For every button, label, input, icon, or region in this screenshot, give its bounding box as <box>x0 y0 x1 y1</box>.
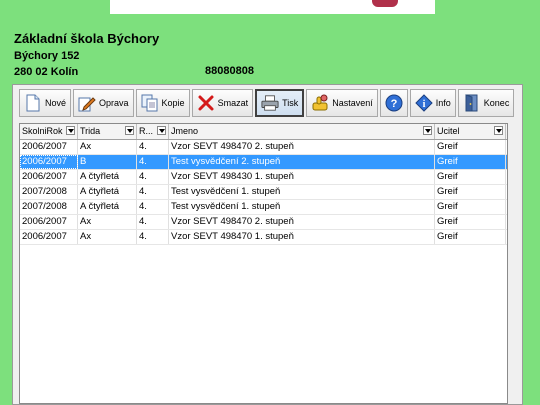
edit-button[interactable]: Oprava <box>73 89 134 117</box>
cell-jmeno: Test vysvědčení 1. stupeň <box>169 185 435 199</box>
cell-rocnik: 4. <box>137 155 169 169</box>
info-icon: i <box>415 94 433 112</box>
filter-dropdown-icon[interactable] <box>66 126 75 135</box>
print-button-label: Tisk <box>282 98 299 108</box>
cell-skolnirok: 2006/2007 <box>20 215 78 229</box>
cell-ucitel: Greif <box>435 140 506 154</box>
column-header-skolnirok[interactable]: SkolniRok <box>20 124 78 139</box>
svg-text:?: ? <box>390 98 397 110</box>
new-document-icon <box>24 94 42 112</box>
cell-trida: B <box>78 155 137 169</box>
cell-rocnik: 4. <box>137 230 169 244</box>
svg-text:i: i <box>422 99 425 110</box>
school-name: Základní škola Býchory <box>14 31 160 46</box>
end-button[interactable]: Konec <box>457 89 515 117</box>
edit-pencil-icon <box>78 94 96 112</box>
cell-rocnik: 4. <box>137 170 169 184</box>
table-row[interactable]: 2007/2008 A čtyřletá 4. Test vysvědčení … <box>20 200 507 215</box>
delete-button-label: Smazat <box>217 98 249 108</box>
cell-trida: Ax <box>78 230 137 244</box>
cell-jmeno: Vzor SEVT 498470 1. stupeň <box>169 230 435 244</box>
cell-rocnik: 4. <box>137 185 169 199</box>
school-code: 88080808 <box>205 65 254 77</box>
cell-trida: A čtyřletá <box>78 185 137 199</box>
filter-dropdown-icon[interactable] <box>423 126 432 135</box>
info-button-label: Info <box>435 98 451 108</box>
cell-ucitel: Greif <box>435 230 506 244</box>
new-button[interactable]: Nové <box>19 89 72 117</box>
address-line-1: Býchory 152 <box>14 50 80 62</box>
cell-ucitel: Greif <box>435 155 506 169</box>
cell-ucitel: Greif <box>435 200 506 214</box>
copy-button-label: Kopie <box>161 98 185 108</box>
cell-ucitel: Greif <box>435 215 506 229</box>
cell-trida: Ax <box>78 215 137 229</box>
cell-rocnik: 4. <box>137 140 169 154</box>
printer-icon <box>261 94 279 112</box>
table-row[interactable]: 2007/2008 A čtyřletá 4. Test vysvědčení … <box>20 185 507 200</box>
cell-skolnirok: 2006/2007 <box>20 155 78 169</box>
filter-dropdown-icon[interactable] <box>157 126 166 135</box>
info-button[interactable]: i Info <box>409 89 456 117</box>
table-row[interactable]: 2006/2007 A čtyřletá 4. Vzor SEVT 498430… <box>20 170 507 185</box>
filter-dropdown-icon[interactable] <box>494 126 503 135</box>
print-button[interactable]: Tisk <box>255 89 305 117</box>
table-row[interactable]: 2006/2007 Ax 4. Vzor SEVT 498470 2. stup… <box>20 140 507 155</box>
copy-button[interactable]: Kopie <box>135 89 190 117</box>
delete-x-icon <box>197 94 215 112</box>
cell-skolnirok: 2007/2008 <box>20 200 78 214</box>
grid-header: SkolniRok Trida R... Jmeno Ucitel <box>20 124 507 140</box>
help-question-icon: ? <box>385 94 403 112</box>
new-button-label: Nové <box>45 98 67 108</box>
cell-jmeno: Test vysvědčení 2. stupeň <box>169 155 435 169</box>
edit-button-label: Oprava <box>99 98 129 108</box>
column-header-rocnik[interactable]: R... <box>137 124 169 139</box>
settings-button-label: Nastavení <box>332 98 373 108</box>
filter-dropdown-icon[interactable] <box>125 126 134 135</box>
cell-jmeno: Vzor SEVT 498470 2. stupeň <box>169 215 435 229</box>
cell-jmeno: Test vysvědčení 1. stupeň <box>169 200 435 214</box>
cell-rocnik: 4. <box>137 215 169 229</box>
cell-skolnirok: 2006/2007 <box>20 170 78 184</box>
exit-door-icon <box>463 94 481 112</box>
toolbar: Nové Oprava Kopie Smazat Tisk Nastavení … <box>19 89 515 117</box>
cell-skolnirok: 2006/2007 <box>20 140 78 154</box>
cell-ucitel: Greif <box>435 185 506 199</box>
address-line-2: 280 02 Kolín <box>14 66 79 78</box>
cell-skolnirok: 2006/2007 <box>20 230 78 244</box>
cell-skolnirok: 2007/2008 <box>20 185 78 199</box>
cell-trida: A čtyřletá <box>78 170 137 184</box>
logo-mark <box>372 0 398 7</box>
copy-icon <box>141 94 159 112</box>
settings-button[interactable]: Nastavení <box>306 89 378 117</box>
cell-ucitel: Greif <box>435 170 506 184</box>
cell-jmeno: Vzor SEVT 498430 1. stupeň <box>169 170 435 184</box>
column-header-ucitel[interactable]: Ucitel <box>435 124 506 139</box>
end-button-label: Konec <box>483 98 510 108</box>
column-header-jmeno[interactable]: Jmeno <box>169 124 435 139</box>
cell-jmeno: Vzor SEVT 498470 2. stupeň <box>169 140 435 154</box>
delete-button[interactable]: Smazat <box>191 89 254 117</box>
column-header-trida[interactable]: Trida <box>78 124 137 139</box>
table-row-selected[interactable]: 2006/2007 B 4. Test vysvědčení 2. stupeň… <box>20 155 507 170</box>
settings-hand-icon <box>311 94 329 112</box>
cell-trida: Ax <box>78 140 137 154</box>
main-panel: Nové Oprava Kopie Smazat Tisk Nastavení … <box>12 84 523 405</box>
cell-trida: A čtyřletá <box>78 200 137 214</box>
cell-rocnik: 4. <box>137 200 169 214</box>
help-button[interactable]: ? <box>379 89 408 117</box>
table-row[interactable]: 2006/2007 Ax 4. Vzor SEVT 498470 1. stup… <box>20 230 507 245</box>
table-row[interactable]: 2006/2007 Ax 4. Vzor SEVT 498470 2. stup… <box>20 215 507 230</box>
data-grid[interactable]: SkolniRok Trida R... Jmeno Ucitel 2006/2… <box>19 123 508 404</box>
